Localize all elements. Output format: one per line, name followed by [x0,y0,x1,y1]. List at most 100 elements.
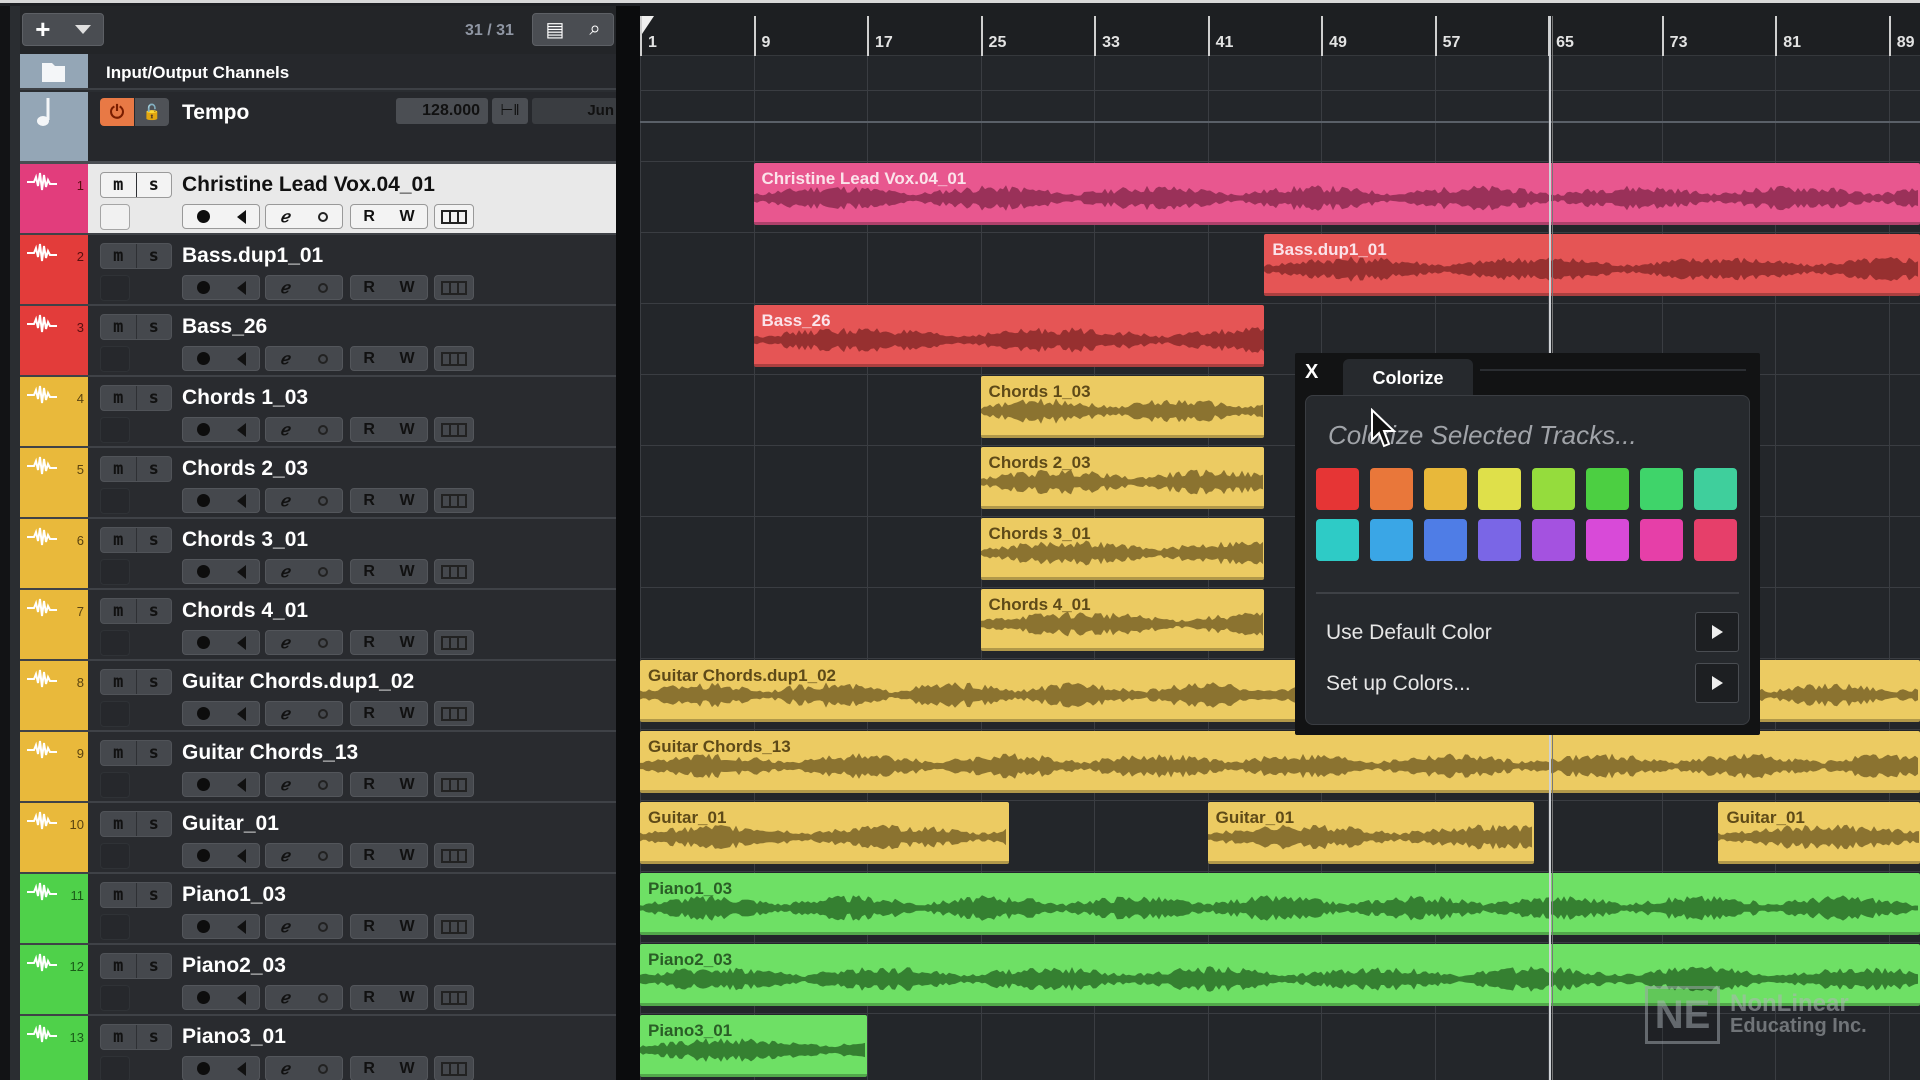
track-row[interactable]: 12 m s Piano2_03 ℯ R W [20,945,626,1016]
solo-button[interactable]: s [135,244,172,268]
solo-button[interactable]: s [135,386,172,410]
colorize-tab[interactable]: Colorize [1343,359,1473,395]
track-name[interactable]: Piano2_03 [182,954,286,978]
color-swatch[interactable] [1370,519,1413,561]
color-swatch[interactable] [1532,519,1575,561]
lane-icon[interactable] [317,282,328,293]
submenu-arrow-icon[interactable] [1695,612,1739,652]
lanes-button[interactable] [434,1056,474,1080]
edit-channel-icon[interactable]: ℯ [280,420,289,440]
record-enable-icon[interactable] [196,352,210,365]
track-name[interactable]: Bass.dup1_01 [182,244,323,268]
color-swatch[interactable] [1478,468,1521,510]
lane-icon[interactable] [317,637,328,648]
write-automation-button[interactable]: W [400,421,415,439]
read-automation-button[interactable]: R [363,492,375,510]
edit-channel-icon[interactable]: ℯ [280,704,289,724]
monitor-icon[interactable] [236,777,246,792]
track-color-strip[interactable]: 8 [20,661,88,730]
lane-icon[interactable] [317,708,328,719]
tempo-track[interactable]: ⏻ 🔓 Tempo 128.000 ⊢‖ Jun [20,92,626,164]
lanes-button[interactable] [434,488,474,513]
track-edit-toggle[interactable] [100,630,130,656]
track-edit-toggle[interactable] [100,559,130,585]
edit-channel-icon[interactable]: ℯ [280,207,289,227]
write-automation-button[interactable]: W [400,279,415,297]
read-automation-button[interactable]: R [363,705,375,723]
track-row[interactable]: 11 m s Piano1_03 ℯ R W [20,874,626,945]
list-icon[interactable]: ▤ [545,17,564,42]
track-edit-toggle[interactable] [100,985,130,1011]
lanes-button[interactable] [434,275,474,300]
write-automation-button[interactable]: W [400,350,415,368]
track-row[interactable]: 7 m s Chords 4_01 ℯ R W [20,590,626,661]
monitor-icon[interactable] [236,848,246,863]
color-swatch[interactable] [1424,519,1467,561]
edit-channel-icon[interactable]: ℯ [280,988,289,1008]
edit-channel-icon[interactable]: ℯ [280,917,289,937]
record-enable-icon[interactable] [196,707,210,720]
mute-button[interactable]: m [101,173,136,197]
track-color-strip[interactable]: 4 [20,377,88,446]
track-edit-toggle[interactable] [100,772,130,798]
monitor-icon[interactable] [236,351,246,366]
track-row[interactable]: 8 m s Guitar Chords.dup1_02 ℯ R W [20,661,626,732]
track-color-strip[interactable]: 6 [20,519,88,588]
read-automation-button[interactable]: R [363,208,375,226]
write-automation-button[interactable]: W [400,989,415,1007]
track-color-strip[interactable]: 10 [20,803,88,872]
track-name[interactable]: Guitar_01 [182,812,279,836]
track-row[interactable]: 3 m s Bass_26 ℯ R W [20,306,626,377]
audio-event[interactable]: Guitar Chords_13 [640,731,1920,793]
mute-button[interactable]: m [101,812,136,836]
track-edit-toggle[interactable] [100,488,130,514]
left-locator-marker[interactable] [640,16,654,34]
lane-icon[interactable] [317,566,328,577]
audio-event[interactable]: Guitar_01 [1207,802,1534,864]
color-swatch[interactable] [1424,468,1467,510]
solo-button[interactable]: s [135,670,172,694]
audio-event[interactable]: Chords 1_03 [980,376,1265,438]
lanes-button[interactable] [434,701,474,726]
record-enable-icon[interactable] [196,210,210,223]
track-name[interactable]: Bass_26 [182,315,267,339]
solo-button[interactable]: s [135,741,172,765]
solo-button[interactable]: s [135,883,172,907]
mute-button[interactable]: m [101,741,136,765]
mute-button[interactable]: m [101,528,136,552]
lanes-button[interactable] [434,772,474,797]
edit-channel-icon[interactable]: ℯ [280,278,289,298]
monitor-icon[interactable] [236,919,246,934]
lanes-button[interactable] [434,985,474,1010]
track-name[interactable]: Chords 3_01 [182,528,308,552]
lanes-button[interactable] [434,843,474,868]
lock-icon[interactable]: 🔓 [135,98,169,126]
write-automation-button[interactable]: W [400,776,415,794]
track-name[interactable]: Guitar Chords.dup1_02 [182,670,414,694]
power-icon[interactable]: ⏻ [100,98,134,126]
track-name[interactable]: Chords 2_03 [182,457,308,481]
read-automation-button[interactable]: R [363,634,375,652]
monitor-icon[interactable] [236,1061,246,1076]
write-automation-button[interactable]: W [400,847,415,865]
lane-icon[interactable] [317,211,328,222]
lanes-button[interactable] [434,559,474,584]
monitor-icon[interactable] [236,564,246,579]
mute-button[interactable]: m [101,315,136,339]
audio-event[interactable]: Chords 2_03 [980,447,1265,509]
color-swatch[interactable] [1640,519,1683,561]
color-swatch[interactable] [1694,468,1737,510]
read-automation-button[interactable]: R [363,421,375,439]
track-row[interactable]: 13 m s Piano3_01 ℯ R W [20,1016,626,1080]
set-up-colors-item[interactable]: Set up Colors... [1326,663,1739,705]
mute-button[interactable]: m [101,954,136,978]
audio-event[interactable]: Guitar_01 [640,802,1009,864]
write-automation-button[interactable]: W [400,563,415,581]
monitor-icon[interactable] [236,706,246,721]
read-automation-button[interactable]: R [363,350,375,368]
track-edit-toggle[interactable] [100,914,130,940]
lane-icon[interactable] [317,495,328,506]
monitor-icon[interactable] [236,209,246,224]
audio-event[interactable]: Piano3_01 [640,1015,868,1077]
track-edit-toggle[interactable] [100,701,130,727]
